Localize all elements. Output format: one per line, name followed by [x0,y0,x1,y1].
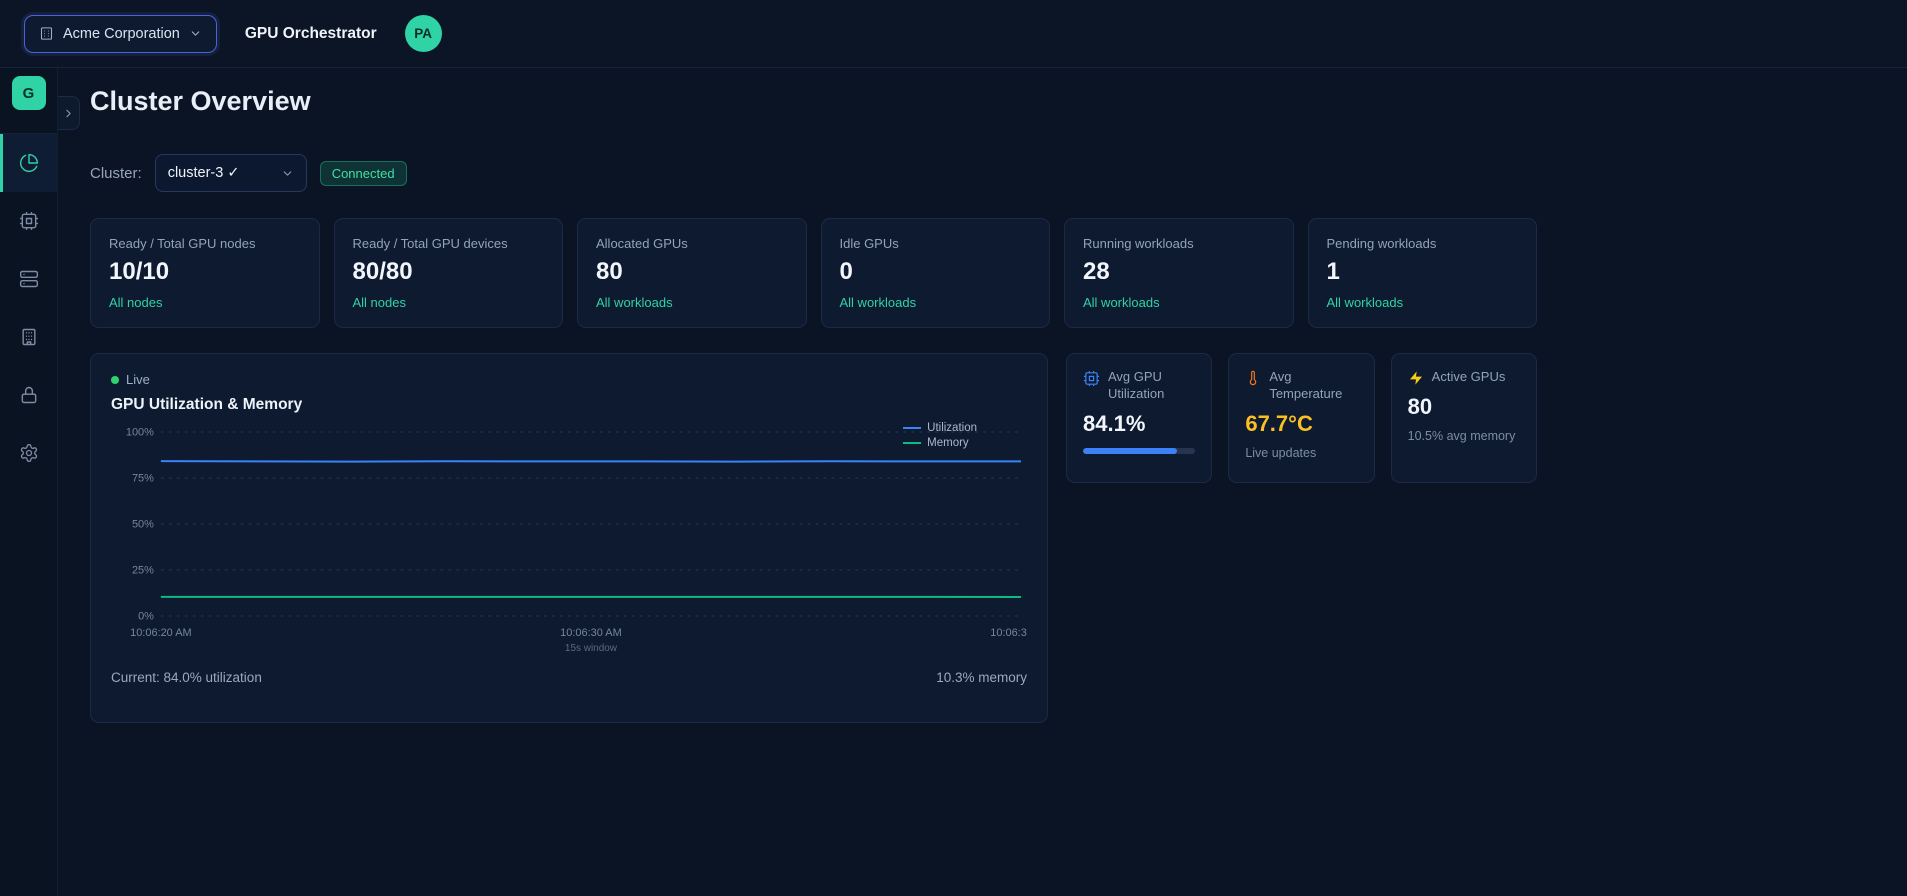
stat-label: Idle GPUs [839,236,899,251]
stat-link-all-workloads[interactable]: All workloads [1083,295,1160,310]
metric-subtext: 10.5% avg memory [1407,429,1516,443]
svg-text:100%: 100% [126,426,154,438]
server-icon [19,269,39,289]
legend-item-memory: Memory [903,437,977,449]
stat-link-all-workloads[interactable]: All workloads [840,295,917,310]
side-metric-cards: Avg GPU Utilization 84.1% Avg Temperatur… [1066,353,1537,483]
thermometer-icon [1245,370,1261,386]
avg-gpu-utilization-card: Avg GPU Utilization 84.1% [1066,353,1213,483]
page-title: Cluster Overview [90,86,311,116]
metric-value: 67.7°C [1245,410,1313,436]
stat-label: Allocated GPUs [596,236,688,251]
org-selector-button[interactable]: Acme Corporation [24,14,217,53]
active-gpus-card: Active GPUs 80 10.5% avg memory [1390,353,1537,483]
lock-icon [19,385,39,405]
metric-label: Avg GPU Utilization [1108,369,1165,401]
lightning-icon [1408,370,1424,386]
pie-chart-icon [19,153,39,173]
stat-link-all-workloads[interactable]: All workloads [1327,295,1404,310]
stat-label: Ready / Total GPU devices [352,236,508,251]
gear-icon [19,443,39,463]
legend-swatch-icon [903,442,922,444]
stat-link-all-workloads[interactable]: All workloads [596,295,673,310]
cpu-icon [1083,370,1100,387]
sidebar-expand-button[interactable] [58,96,80,130]
chart-footer: Current: 84.0% utilization 10.3% memory [111,670,1027,685]
sidebar-item-devices[interactable] [0,308,57,366]
cluster-select[interactable]: cluster-3 ✓ [154,154,307,192]
live-dot-icon [111,375,119,384]
app-root: Acme Corporation GPU Orchestrator PA G C… [0,0,1907,896]
sidebar-item-nodes[interactable] [0,250,57,308]
connection-status-badge: Connected [319,160,407,186]
stat-card-pending-workloads: Pending workloads 1 All workloads [1307,218,1537,328]
stat-card-gpu-devices: Ready / Total GPU devices 80/80 All node… [333,218,563,328]
app-logo[interactable]: G [11,76,46,110]
stat-label: Running workloads [1083,236,1194,251]
svg-text:10:06:35 AM: 10:06:35 AM [990,627,1027,639]
chevron-down-icon [281,167,294,180]
stat-link-all-nodes[interactable]: All nodes [353,295,406,310]
current-utilization-text: Current: 84.0% utilization [111,670,262,685]
stat-value: 10/10 [109,258,170,285]
chip-icon [19,211,39,231]
sidebar-item-security[interactable] [0,366,57,424]
svg-text:50%: 50% [132,518,154,530]
topbar: Acme Corporation GPU Orchestrator PA [0,0,1907,68]
sidebar-item-overview[interactable] [0,134,57,192]
stat-label: Pending workloads [1326,236,1437,251]
live-indicator: Live [111,372,1027,387]
stat-value: 0 [839,258,853,285]
chart-legend: Utilization Memory [903,422,977,449]
metric-label: Avg Temperature [1269,369,1343,401]
live-label: Live [126,372,150,387]
chevron-down-icon [189,27,202,40]
utilization-chart: 0% 25% 50% 75% 100% 10:06:20 AM 10:06:30 AM 10:… [111,420,1027,658]
building-icon [39,26,54,41]
sidebar-item-workloads[interactable] [0,192,57,250]
stat-value: 1 [1326,258,1340,285]
metric-value: 84.1% [1083,410,1146,436]
current-memory-text: 10.3% memory [936,670,1027,685]
svg-text:10:06:30 AM: 10:06:30 AM [560,627,622,639]
sidebar-item-settings[interactable] [0,424,57,482]
stat-card-idle-gpus: Idle GPUs 0 All workloads [820,218,1050,328]
stat-value: 80 [596,258,623,285]
gpu-util-progress-fill [1083,447,1178,454]
chevron-right-icon [62,107,75,120]
legend-swatch-icon [903,427,922,429]
utilization-chart-card: Live GPU Utilization & Memory 0% 25% 50% 75… [90,353,1048,723]
sidebar-nav [0,133,57,482]
metric-label: Active GPUs [1431,369,1506,384]
metric-subtext: Live updates [1245,445,1317,460]
stat-card-allocated-gpus: Allocated GPUs 80 All workloads [577,218,807,328]
stat-card-gpu-nodes: Ready / Total GPU nodes 10/10 All nodes [90,218,320,328]
svg-text:25%: 25% [132,564,154,576]
utilization-chart-svg: 0% 25% 50% 75% 100% 10:06:20 AM 10:06:30 AM 10:… [126,426,1027,654]
app-title: GPU Orchestrator [244,24,377,42]
stat-value: 28 [1083,258,1110,285]
svg-text:15s window: 15s window [565,643,618,654]
sidebar: G [0,68,58,896]
legend-item-utilization: Utilization [903,422,977,434]
chart-title: GPU Utilization & Memory [111,396,303,413]
stat-value: 80/80 [352,258,413,285]
stat-card-running-workloads: Running workloads 28 All workloads [1064,218,1294,328]
cluster-row: Cluster: cluster-3 ✓ Connected [90,154,407,192]
stat-link-all-nodes[interactable]: All nodes [109,295,162,310]
svg-text:75%: 75% [132,472,154,484]
metric-value: 80 [1407,394,1433,419]
stat-label: Ready / Total GPU nodes [109,236,256,251]
avg-temperature-card: Avg Temperature 67.7°C Live updates [1228,353,1375,483]
cluster-select-value: cluster-3 ✓ [167,165,240,181]
svg-text:10:06:20 AM: 10:06:20 AM [130,627,192,639]
avatar[interactable]: PA [404,15,442,52]
org-name: Acme Corporation [63,25,180,42]
stat-cards-row: Ready / Total GPU nodes 10/10 All nodes … [90,218,1537,328]
svg-text:0%: 0% [138,610,154,622]
building-grid-icon [19,327,39,347]
cluster-label: Cluster: [90,164,142,182]
gpu-util-progress [1083,447,1196,454]
